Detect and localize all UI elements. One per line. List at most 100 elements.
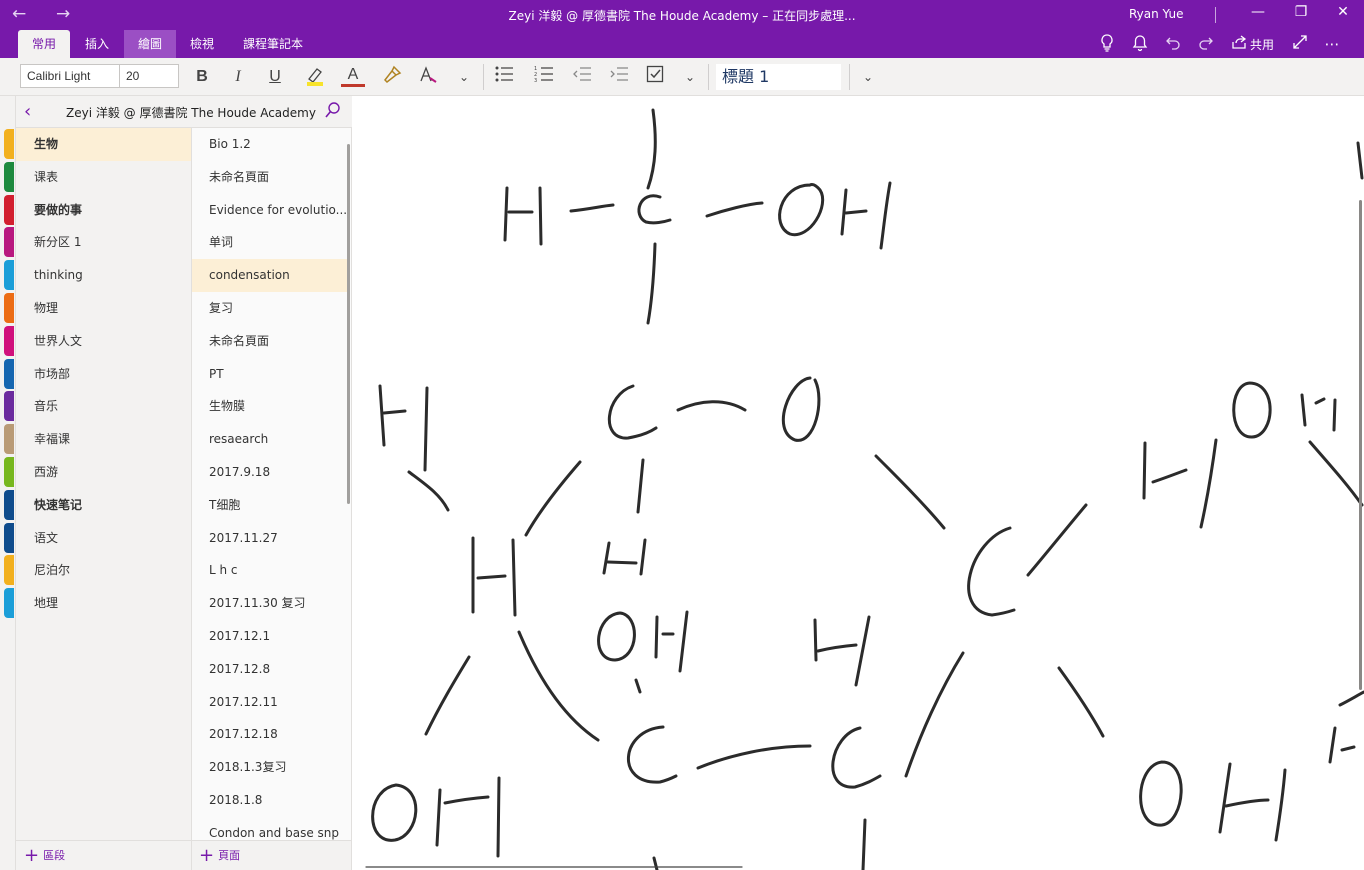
section-color-tab (4, 293, 14, 323)
section-item[interactable]: 幸福课 (16, 423, 191, 456)
decrease-indent-icon[interactable] (570, 65, 594, 89)
paragraph-style-box[interactable]: 標題 1 (716, 64, 841, 90)
share-icon[interactable] (1228, 34, 1250, 54)
section-item[interactable]: 要做的事 (16, 194, 191, 227)
section-item[interactable]: 音乐 (16, 390, 191, 423)
ink-stroke (831, 726, 882, 789)
ink-stroke (678, 610, 689, 673)
page-item[interactable]: 复习 (192, 292, 350, 325)
add-page-button[interactable]: + 頁面 (191, 840, 352, 870)
section-item[interactable]: 市场部 (16, 358, 191, 391)
page-item[interactable]: L h c (192, 554, 350, 587)
ink-stroke (705, 201, 764, 218)
page-item[interactable]: 2017.12.8 (192, 653, 350, 686)
page-item[interactable]: 2017.11.27 (192, 522, 350, 555)
back-chevron-icon[interactable]: ‹ (24, 101, 31, 122)
ink-stroke (511, 538, 517, 617)
checkbox-tag-icon[interactable] (643, 65, 667, 89)
close-icon[interactable]: ✕ (1333, 4, 1353, 20)
minimize-icon[interactable]: — (1248, 4, 1268, 20)
canvas-scrollbar[interactable] (1359, 200, 1362, 690)
ink-stroke (538, 186, 543, 246)
page-item[interactable]: 2017.12.18 (192, 718, 350, 751)
bullet-list-icon[interactable] (492, 65, 516, 89)
page-item[interactable]: T细胞 (192, 489, 350, 522)
page-item[interactable]: Evidence for evolutio... (192, 194, 350, 227)
ink-stroke (1356, 141, 1364, 180)
chevron-down-icon[interactable]: ⌄ (678, 65, 702, 89)
undo-icon[interactable] (1162, 34, 1184, 54)
ink-stroke (1151, 468, 1188, 484)
page-item[interactable]: 2018.1.8 (192, 784, 350, 817)
redo-icon[interactable] (1195, 34, 1217, 54)
bold-button[interactable]: B (190, 65, 214, 89)
ink-stroke (1199, 438, 1218, 529)
add-section-button[interactable]: + 區段 (16, 840, 191, 870)
section-item[interactable]: 物理 (16, 292, 191, 325)
title-bar: ← → Zeyi 洋毅 @ 厚德書院 The Houde Academy – 正… (0, 0, 1364, 30)
page-item[interactable]: 生物膜 (192, 390, 350, 423)
notebook-title[interactable]: Zeyi 洋毅 @ 厚德書院 The Houde Academy (66, 104, 316, 121)
expand-icon[interactable] (1289, 34, 1311, 54)
page-item[interactable]: 2018.1.3复习 (192, 751, 350, 784)
section-item[interactable]: 新分区 1 (16, 226, 191, 259)
section-item[interactable]: 西游 (16, 456, 191, 489)
tab-class-notebook[interactable]: 課程筆記本 (232, 30, 314, 58)
page-item[interactable]: resaearch (192, 423, 350, 456)
italic-button[interactable]: I (226, 65, 250, 89)
ink-stroke (646, 242, 657, 325)
ink-stroke (1308, 440, 1364, 507)
page-item[interactable]: condensation (192, 259, 350, 293)
font-name-box[interactable]: Calibri Light (20, 64, 120, 88)
increase-indent-icon[interactable] (607, 65, 631, 89)
section-item[interactable]: 世界人文 (16, 325, 191, 358)
font-color-button[interactable]: A (341, 65, 365, 87)
page-item[interactable]: 2017.9.18 (192, 456, 350, 489)
title-separator (1215, 7, 1216, 23)
section-color-tab (4, 391, 14, 422)
page-item[interactable]: PT (192, 358, 350, 391)
font-size-box[interactable]: 20 (119, 64, 179, 88)
share-button[interactable]: 共用 (1250, 36, 1274, 53)
format-painter-icon[interactable] (380, 65, 404, 89)
section-item[interactable]: 语文 (16, 522, 191, 555)
lightbulb-icon[interactable] (1096, 34, 1118, 54)
section-item[interactable]: 课表 (16, 161, 191, 194)
ink-stroke (1300, 393, 1307, 427)
section-item[interactable]: 尼泊尔 (16, 554, 191, 587)
chevron-down-icon[interactable]: ⌄ (856, 65, 880, 89)
more-options-icon[interactable]: ⋯ (1321, 34, 1343, 54)
highlighter-icon[interactable] (303, 65, 327, 89)
user-name[interactable]: Ryan Yue (1129, 7, 1184, 21)
tab-view[interactable]: 檢視 (178, 30, 226, 58)
ink-drawing[interactable] (352, 96, 1364, 870)
page-item[interactable]: 未命名頁面 (192, 325, 350, 358)
ink-stroke (371, 783, 418, 842)
numbered-list-icon[interactable]: 123 (532, 65, 556, 89)
tab-draw[interactable]: 繪圖 (124, 30, 176, 58)
page-item[interactable]: 2017.12.11 (192, 686, 350, 719)
page-item[interactable]: 单词 (192, 226, 350, 259)
page-item[interactable]: 未命名頁面 (192, 161, 350, 194)
search-icon[interactable] (324, 101, 342, 123)
section-item[interactable]: 快速笔记 (16, 489, 191, 522)
chevron-down-icon[interactable]: ⌄ (452, 65, 476, 89)
tab-insert[interactable]: 插入 (72, 30, 122, 58)
ink-stroke (652, 856, 659, 870)
page-item[interactable]: Bio 1.2 (192, 128, 350, 161)
clear-formatting-icon[interactable] (416, 65, 440, 89)
section-item[interactable]: 生物 (16, 128, 191, 161)
ink-stroke (602, 541, 611, 575)
bell-icon[interactable] (1129, 34, 1151, 54)
tab-home[interactable]: 常用 (18, 30, 70, 58)
section-item[interactable]: 地理 (16, 587, 191, 620)
page-item[interactable]: 2017.11.30 复习 (192, 587, 350, 620)
section-color-tab (4, 260, 14, 291)
restore-icon[interactable]: ❐ (1291, 4, 1311, 20)
section-item[interactable]: thinking (16, 259, 191, 292)
pages-scrollbar[interactable] (347, 144, 350, 504)
page-item[interactable]: 2017.12.1 (192, 620, 350, 653)
underline-button[interactable]: U (263, 65, 287, 89)
note-canvas[interactable] (352, 96, 1364, 870)
section-color-tab (4, 227, 14, 258)
